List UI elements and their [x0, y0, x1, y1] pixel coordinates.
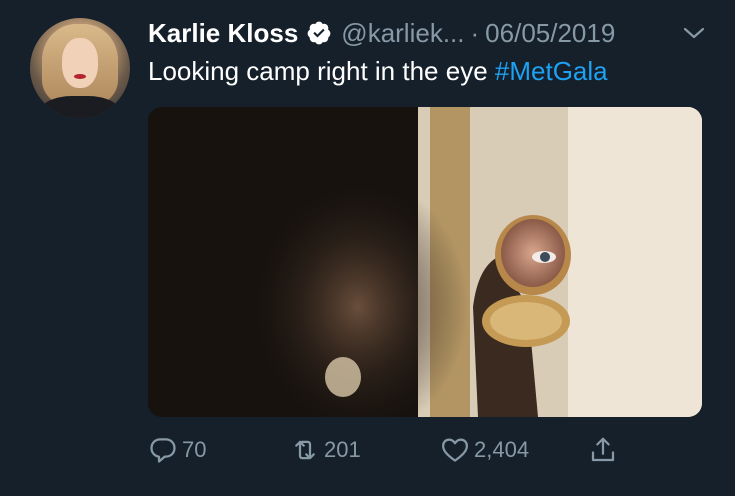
- chevron-down-icon[interactable]: [682, 24, 706, 42]
- author-handle[interactable]: @karliek...: [341, 18, 464, 49]
- verified-badge-icon: [307, 21, 331, 45]
- tweet-actions: 70 201 2,404: [148, 430, 708, 470]
- hashtag-link[interactable]: #MetGala: [495, 56, 608, 86]
- share-icon: [591, 437, 615, 462]
- like-count: 2,404: [474, 437, 530, 462]
- tweet-date[interactable]: 06/05/2019: [485, 18, 615, 49]
- tweet-card[interactable]: Karlie Kloss @karliek... · 06/05/2019 Lo…: [0, 0, 735, 496]
- header-separator: ·: [470, 17, 480, 48]
- author-name[interactable]: Karlie Kloss: [148, 18, 298, 49]
- reply-button[interactable]: 70: [148, 430, 206, 470]
- avatar[interactable]: [30, 18, 130, 118]
- photo-illustration: [148, 107, 702, 417]
- like-button[interactable]: 2,404: [440, 430, 529, 470]
- share-button[interactable]: [588, 430, 618, 470]
- avatar-body: [40, 96, 120, 118]
- retweet-button[interactable]: 201: [290, 430, 361, 470]
- tweet-body: Looking camp right in the eye: [148, 56, 488, 86]
- tweet-text: Looking camp right in the eye #MetGala: [148, 56, 608, 87]
- tweet-header: Karlie Kloss @karliek... · 06/05/2019: [148, 16, 615, 50]
- reply-count: 70: [182, 437, 207, 462]
- tweet-photo[interactable]: [148, 107, 702, 417]
- reply-icon: [150, 438, 176, 463]
- avatar-lips: [74, 74, 86, 79]
- retweet-count: 201: [324, 437, 361, 462]
- avatar-face: [62, 38, 98, 88]
- heart-icon: [442, 438, 468, 462]
- retweet-icon: [295, 440, 315, 460]
